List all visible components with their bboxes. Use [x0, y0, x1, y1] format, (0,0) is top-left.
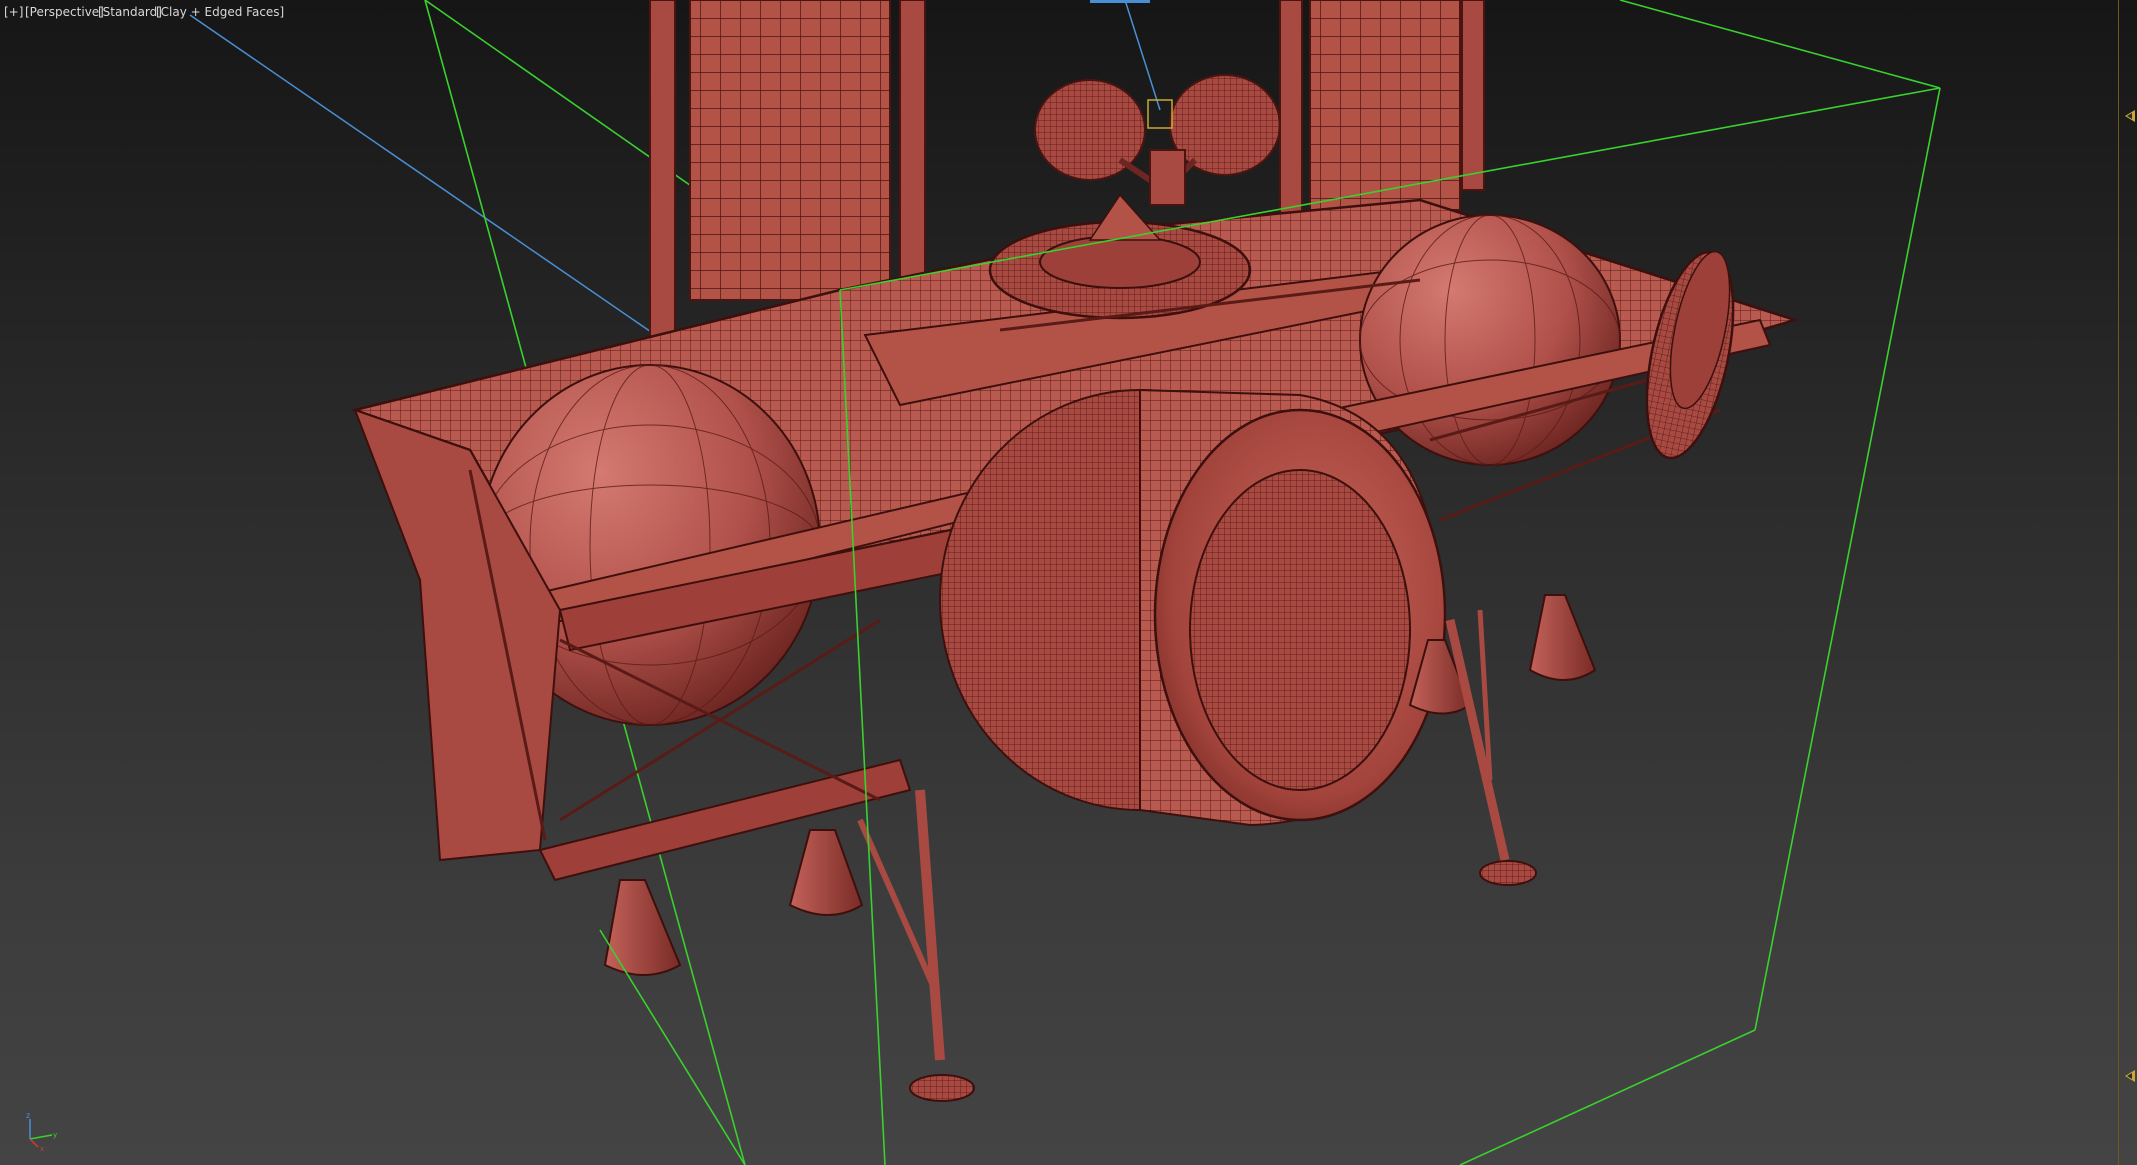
gizmo-z-label: z	[26, 1111, 30, 1120]
time-marker-icon-bottom[interactable]	[2125, 1070, 2135, 1082]
perspective-viewport[interactable]: [+] [Perspective] [Standard] [Clay + Edg…	[0, 0, 2137, 1165]
viewport-right-edge	[2118, 0, 2137, 1165]
time-marker-icon-top[interactable]	[2125, 110, 2135, 122]
solar-panel-right[interactable]	[1279, 0, 1485, 221]
viewport-display-mode-label[interactable]: [Clay + Edged Faces]	[156, 5, 284, 19]
viewport-menu-plus[interactable]: [+]	[4, 5, 23, 19]
antenna-dishes[interactable]	[1034, 74, 1281, 206]
scene-canvas[interactable]	[0, 0, 2137, 1165]
gizmo-y-label: y	[53, 1131, 57, 1139]
viewport-view-label[interactable]: [Perspective]	[25, 5, 104, 19]
axis-gizmo-icon: z x y	[26, 1111, 57, 1151]
main-cylinder-tank[interactable]	[939, 388, 1447, 827]
viewport-shading-label[interactable]: [Standard]	[98, 5, 162, 19]
gizmo-x-label: x	[40, 1145, 44, 1151]
